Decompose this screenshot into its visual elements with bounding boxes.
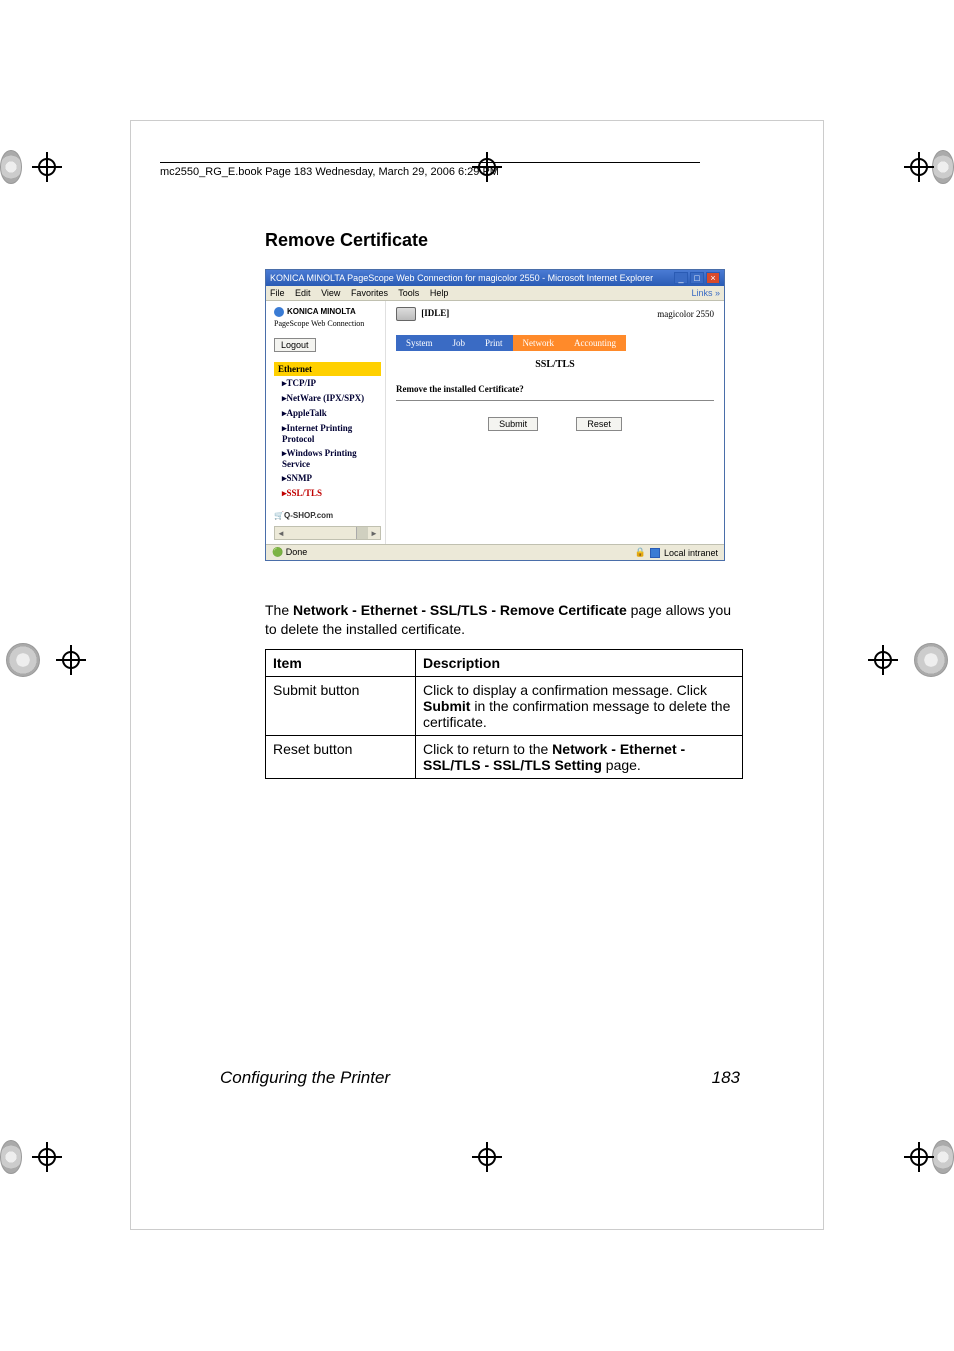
sidebar-nav: Ethernet ▸TCP/IP ▸NetWare (IPX/SPX) ▸App… [274, 362, 381, 501]
registration-mark-icon [904, 1142, 922, 1172]
th-description: Description [416, 649, 743, 676]
sidebar: KONICA MINOLTA PageScope Web Connection … [266, 301, 386, 544]
status-done: 🟢 Done [272, 547, 307, 558]
nav-appletalk[interactable]: ▸AppleTalk [274, 406, 381, 421]
window-titlebar: KONICA MINOLTA PageScope Web Connection … [266, 270, 724, 286]
printer-status: [IDLE] [396, 307, 449, 321]
tab-accounting[interactable]: Accounting [564, 335, 626, 351]
scroll-right-icon[interactable]: ► [368, 529, 380, 538]
nav-tcpip[interactable]: ▸TCP/IP [274, 376, 381, 391]
browser-window: KONICA MINOLTA PageScope Web Connection … [265, 269, 725, 561]
main-content: [IDLE] magicolor 2550 System Job Print N… [386, 301, 724, 544]
lock-icon: 🔒 [635, 547, 646, 558]
printer-icon [396, 307, 416, 321]
reset-button[interactable]: Reset [576, 417, 622, 431]
rosette-icon [0, 150, 22, 184]
nav-ssl[interactable]: ▸SSL/TLS [274, 486, 381, 501]
page-footer: Configuring the Printer 183 [220, 1068, 740, 1088]
menu-view[interactable]: View [321, 288, 340, 298]
table-row: Submit button Click to display a confirm… [266, 676, 743, 735]
menu-bar: File Edit View Favorites Tools Help Link… [266, 286, 724, 301]
submit-button[interactable]: Submit [488, 417, 538, 431]
rosette-icon [914, 643, 948, 677]
registration-mark-icon [868, 645, 898, 675]
sub-brand: PageScope Web Connection [274, 319, 381, 328]
registration-mark-icon [32, 152, 50, 182]
brand-dot-icon [274, 307, 284, 317]
tab-system[interactable]: System [396, 335, 443, 351]
menu-edit[interactable]: Edit [295, 288, 311, 298]
close-icon[interactable]: × [706, 272, 720, 284]
links-label[interactable]: Links » [691, 288, 720, 298]
page-number: 183 [712, 1068, 740, 1088]
sidebar-scrollbar[interactable]: ◄ ► [274, 526, 381, 540]
header-text: mc2550_RG_E.book Page 183 Wednesday, Mar… [160, 166, 499, 178]
prompt-text: Remove the installed Certificate? [396, 384, 714, 394]
logout-button[interactable]: Logout [274, 338, 316, 352]
nav-wps[interactable]: ▸Windows Printing Service [274, 446, 381, 471]
rosette-icon [6, 643, 40, 677]
zone-icon [650, 548, 660, 558]
menu-help[interactable]: Help [430, 288, 449, 298]
tab-bar: System Job Print Network Accounting [396, 335, 714, 351]
menu-tools[interactable]: Tools [398, 288, 419, 298]
nav-ipp[interactable]: ▸Internet Printing Protocol [274, 421, 381, 446]
menu-favorites[interactable]: Favorites [351, 288, 388, 298]
rosette-icon [932, 150, 954, 184]
description-table: Item Description Submit button Click to … [265, 649, 743, 779]
description-paragraph: The Network - Ethernet - SSL/TLS - Remov… [265, 601, 743, 639]
footer-title: Configuring the Printer [220, 1068, 390, 1088]
section-title: Remove Certificate [265, 230, 743, 251]
table-row: Reset button Click to return to the Netw… [266, 735, 743, 778]
cell-item: Reset button [266, 735, 416, 778]
nav-netware[interactable]: ▸NetWare (IPX/SPX) [274, 391, 381, 406]
status-bar: 🟢 Done 🔒 Local intranet [266, 544, 724, 560]
rosette-icon [0, 1140, 22, 1174]
rosette-icon [932, 1140, 954, 1174]
running-header: mc2550_RG_E.book Page 183 Wednesday, Mar… [160, 162, 700, 178]
cell-desc: Click to return to the Network - Etherne… [416, 735, 743, 778]
th-item: Item [266, 649, 416, 676]
nav-snmp[interactable]: ▸SNMP [274, 471, 381, 486]
tab-network[interactable]: Network [513, 335, 565, 351]
qshop-link[interactable]: 🛒Q-SHOP.com [274, 511, 381, 520]
cell-desc: Click to display a confirmation message.… [416, 676, 743, 735]
security-zone: Local intranet [664, 548, 718, 558]
page-heading: SSL/TLS [396, 359, 714, 370]
registration-mark-icon [32, 1142, 50, 1172]
registration-mark-icon [904, 152, 922, 182]
maximize-icon[interactable]: □ [690, 272, 704, 284]
product-name: magicolor 2550 [657, 309, 714, 319]
brand-logo: KONICA MINOLTA [274, 307, 381, 317]
tab-job[interactable]: Job [443, 335, 476, 351]
tab-print[interactable]: Print [475, 335, 513, 351]
divider [396, 400, 714, 401]
nav-ethernet[interactable]: Ethernet [274, 362, 381, 376]
window-title: KONICA MINOLTA PageScope Web Connection … [270, 273, 653, 283]
scroll-left-icon[interactable]: ◄ [275, 529, 287, 538]
registration-mark-icon [56, 645, 86, 675]
minimize-icon[interactable]: _ [674, 272, 688, 284]
menu-file[interactable]: File [270, 288, 285, 298]
cell-item: Submit button [266, 676, 416, 735]
